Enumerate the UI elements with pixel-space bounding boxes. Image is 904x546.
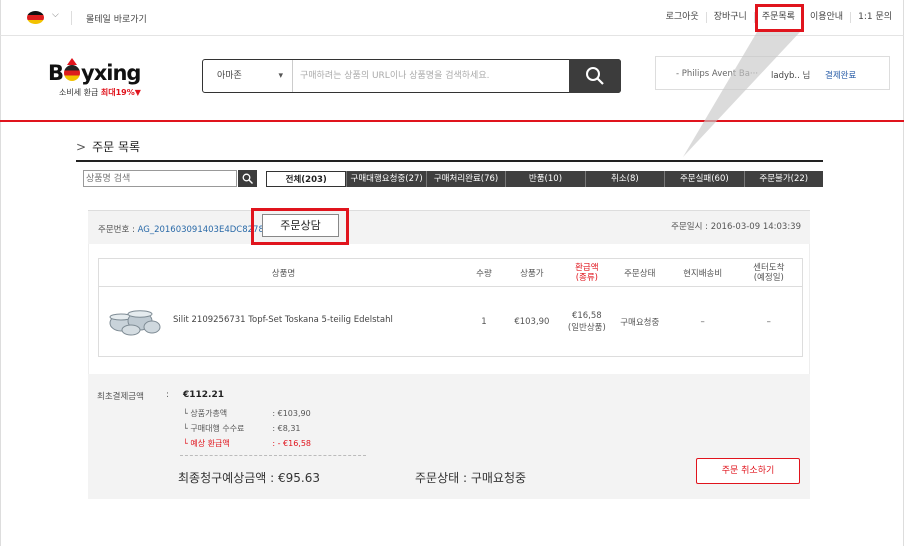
logo[interactable]: Byxing [48, 58, 141, 85]
title-rule [76, 160, 823, 162]
status-cell: 구매요청중 [620, 317, 660, 328]
order-list-highlight [755, 4, 804, 32]
final-amount: 최종청구예상금액 : €95.63 [178, 471, 320, 485]
cookware-image-icon [109, 310, 161, 336]
order-items-table: 상품명 수량 상품가 환급액 (종류) 주문상태 현지배송비 센터도착 (예정일… [98, 258, 803, 357]
mall-link[interactable]: 몰테일 바로가기 [86, 12, 147, 25]
page-title: > 주문 목록 [76, 140, 141, 154]
qty-cell: 1 [481, 316, 487, 327]
product-cell: Silit 2109256731 Topf-Set Toskana 5-teil… [99, 287, 468, 357]
divider [71, 11, 72, 25]
price-cell: €103,90 [514, 316, 550, 327]
order-ticker[interactable]: - Philips Avent Ba··· ladyb.. 님 결제완료 [655, 56, 890, 90]
divider [180, 455, 366, 456]
tab-failed[interactable]: 주문실패(60) [664, 171, 744, 187]
chevron-down-icon[interactable]: ⌵ [52, 10, 59, 20]
ticker-product: - Philips Avent Ba··· [676, 69, 759, 79]
col-refund: 환급액 (종류) [575, 262, 599, 283]
product-name[interactable]: Silit 2109256731 Topf-Set Toskana 5-teil… [161, 315, 393, 325]
tab-processed[interactable]: 구매처리완료(76) [425, 171, 506, 187]
guide-link[interactable]: 이용안내 [801, 12, 850, 23]
header: Byxing 소비세 환급 최대19%▼ 아마존 - Philips Avent… [0, 36, 904, 120]
germany-flag-icon[interactable] [27, 11, 44, 24]
logout-link[interactable]: 로그아웃 [659, 12, 706, 23]
order-number-link[interactable]: AG_201603091403E4DC8278 [138, 225, 264, 235]
initial-payment-label: 최초결제금액 [97, 392, 144, 402]
summary-row-fee: └ 구매대행 수수료: €8,31 [183, 424, 301, 433]
summary-row-goods: └ 상품가총액: €103,90 [183, 409, 311, 418]
col-status: 주문상태 [624, 268, 656, 279]
search-bar: 아마존 [202, 59, 621, 93]
col-arrival: 센터도착 (예정일) [753, 262, 785, 283]
search-button[interactable] [569, 59, 621, 93]
tab-unavailable[interactable]: 주문불가(22) [743, 171, 823, 187]
order-header: 주문번호 : AG_201603091403E4DC8278 주문일시 : 20… [88, 210, 810, 244]
col-price: 상품가 [520, 268, 544, 279]
logo-ring-icon [64, 58, 81, 81]
product-image[interactable] [105, 303, 161, 337]
refund-type: (일반상품) [567, 322, 606, 333]
refund-cell: €16,58 (일반상품) [564, 287, 610, 357]
tab-all[interactable]: 전체(203) [266, 171, 347, 187]
payment-summary: 최초결제금액 : €112.21 └ 상품가총액: €103,90 └ 구매대행… [88, 374, 810, 499]
goods-search-input[interactable] [83, 170, 237, 187]
col-qty: 수량 [476, 268, 492, 279]
tab-returned[interactable]: 반품(10) [505, 171, 585, 187]
tab-requested[interactable]: 구매대행요청중(27) [346, 171, 426, 187]
ticker-user: ladyb.. 님 [771, 71, 811, 81]
search-icon [242, 173, 253, 184]
summary-colon: : [166, 390, 169, 400]
col-product: 상품명 [271, 268, 296, 279]
logo-tagline: 소비세 환급 최대19%▼ [59, 88, 141, 97]
cancel-order-button[interactable]: 주문 취소하기 [696, 458, 800, 484]
goods-search-button[interactable] [238, 170, 257, 187]
order-status: 주문상태 : 구매요청중 [415, 471, 527, 485]
initial-payment-amount: €112.21 [183, 390, 224, 400]
arrival-cell: – [766, 316, 771, 327]
inquiry-link[interactable]: 1:1 문의 [850, 12, 899, 23]
col-shipping: 현지배송비 [683, 268, 723, 279]
site-select[interactable]: 아마존 [203, 60, 293, 92]
tab-canceled[interactable]: 취소(8) [584, 171, 665, 187]
table-row: Silit 2109256731 Topf-Set Toskana 5-teil… [99, 287, 803, 357]
search-icon [586, 67, 604, 85]
ticker-status: 결제완료 [825, 71, 857, 81]
refund-amount: €16,58 [571, 310, 602, 321]
order-number: 주문번호 : AG_201603091403E4DC8278 [98, 225, 264, 235]
shipping-cell: – [700, 316, 705, 327]
consult-highlight [251, 208, 349, 245]
cart-link[interactable]: 장바구니 [705, 12, 754, 23]
chevron-right-icon: > [76, 140, 87, 154]
order-tabs: 전체(203) 구매대행요청중(27) 구매처리완료(76) 반품(10) 취소… [266, 171, 823, 187]
summary-row-refund: └ 예상 환급액: - €16,58 [183, 439, 312, 448]
search-input[interactable] [295, 61, 565, 91]
order-date: 주문일시 : 2016-03-09 14:03:39 [671, 222, 801, 232]
